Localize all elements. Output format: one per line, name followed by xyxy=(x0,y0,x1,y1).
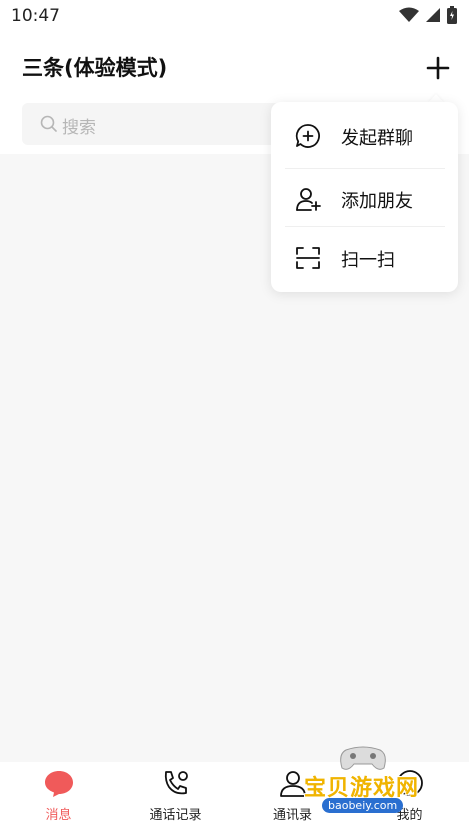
menu-item-add-friend[interactable]: 添加朋友 xyxy=(271,167,458,229)
wifi-icon xyxy=(399,7,419,22)
page-title: 三条(体验模式) xyxy=(22,56,168,80)
menu-item-label: 扫一扫 xyxy=(341,250,395,271)
chat-plus-icon xyxy=(295,124,320,148)
menu-item-label: 发起群聊 xyxy=(341,128,413,149)
plus-icon xyxy=(426,56,450,80)
status-time: 10:47 xyxy=(11,6,60,26)
menu-item-scan[interactable]: 扫一扫 xyxy=(271,226,458,288)
search-placeholder: 搜索 xyxy=(62,118,96,138)
search-icon xyxy=(40,115,57,132)
add-button[interactable] xyxy=(424,54,452,82)
status-icons xyxy=(399,6,457,24)
watermark-url: baobeiy.com xyxy=(322,798,404,813)
battery-icon xyxy=(447,6,457,24)
call-log-icon xyxy=(164,771,188,795)
status-bar: 10:47 xyxy=(0,0,469,32)
tab-messages[interactable]: 消息 xyxy=(0,762,117,834)
popup-menu: 发起群聊 添加朋友 扫一扫 xyxy=(271,102,458,292)
tab-label: 消息 xyxy=(45,808,72,823)
tab-label: 通话记录 xyxy=(149,808,202,823)
menu-item-label: 添加朋友 xyxy=(341,191,413,212)
scan-icon xyxy=(296,247,320,269)
signal-icon xyxy=(426,8,440,22)
menu-item-start-group-chat[interactable]: 发起群聊 xyxy=(271,104,458,166)
message-icon xyxy=(45,771,73,797)
watermark: 宝贝游戏网 baobeiy.com xyxy=(296,744,436,830)
add-user-icon xyxy=(296,188,321,211)
tab-call-log[interactable]: 通话记录 xyxy=(117,762,234,834)
